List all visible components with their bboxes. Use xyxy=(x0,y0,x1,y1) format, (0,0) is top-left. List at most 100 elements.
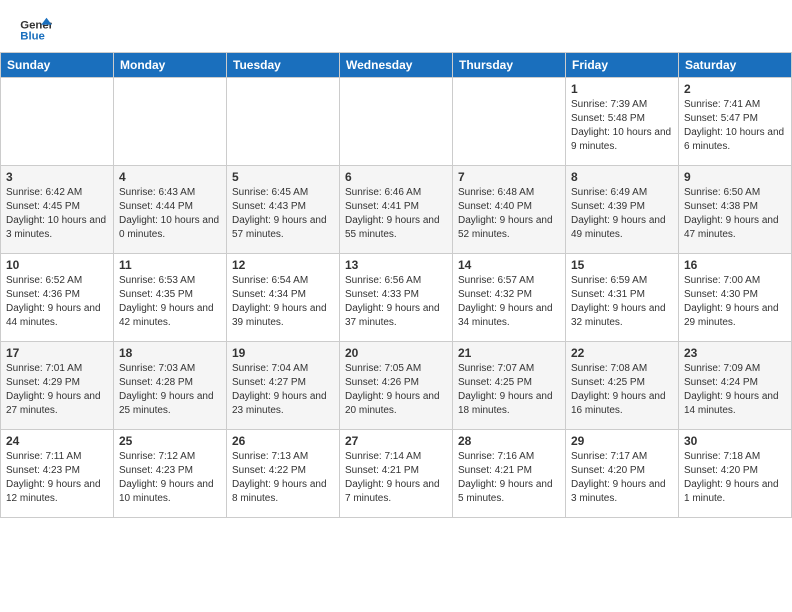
day-number: 1 xyxy=(571,82,673,96)
day-info: Sunrise: 6:50 AM Sunset: 4:38 PM Dayligh… xyxy=(684,186,786,242)
day-number: 5 xyxy=(232,170,334,184)
day-info: Sunrise: 6:48 AM Sunset: 4:40 PM Dayligh… xyxy=(458,186,560,242)
day-number: 23 xyxy=(684,346,786,360)
day-info: Sunrise: 6:42 AM Sunset: 4:45 PM Dayligh… xyxy=(6,186,108,242)
weekday-header-sunday: Sunday xyxy=(1,53,114,78)
day-number: 27 xyxy=(345,434,447,448)
svg-text:Blue: Blue xyxy=(20,31,45,43)
calendar-cell: 24 Sunrise: 7:11 AM Sunset: 4:23 PM Dayli… xyxy=(1,430,114,518)
calendar-cell: 1 Sunrise: 7:39 AM Sunset: 5:48 PM Daylig… xyxy=(566,78,679,166)
logo: General Blue xyxy=(20,16,52,44)
calendar-cell: 13 Sunrise: 6:56 AM Sunset: 4:33 PM Dayli… xyxy=(340,254,453,342)
day-number: 8 xyxy=(571,170,673,184)
day-number: 16 xyxy=(684,258,786,272)
calendar-cell: 22Sunrise: 7:08 AM Sunset: 4:25 PM Dayli… xyxy=(566,342,679,430)
calendar-cell: 28 Sunrise: 7:16 AM Sunset: 4:21 PM Dayli… xyxy=(453,430,566,518)
weekday-header-friday: Friday xyxy=(566,53,679,78)
day-number: 28 xyxy=(458,434,560,448)
calendar-cell: 30Sunrise: 7:18 AM Sunset: 4:20 PM Dayli… xyxy=(679,430,792,518)
logo-icon: General Blue xyxy=(20,16,52,44)
weekday-header-wednesday: Wednesday xyxy=(340,53,453,78)
weekday-header-tuesday: Tuesday xyxy=(227,53,340,78)
day-info: Sunrise: 7:07 AM Sunset: 4:25 PM Dayligh… xyxy=(458,362,560,418)
calendar-cell: 9 Sunrise: 6:50 AM Sunset: 4:38 PM Daylig… xyxy=(679,166,792,254)
calendar-cell: 7 Sunrise: 6:48 AM Sunset: 4:40 PM Daylig… xyxy=(453,166,566,254)
calendar-cell: 15Sunrise: 6:59 AM Sunset: 4:31 PM Dayli… xyxy=(566,254,679,342)
day-info: Sunrise: 6:56 AM Sunset: 4:33 PM Dayligh… xyxy=(345,274,447,330)
day-info: Sunrise: 6:53 AM Sunset: 4:35 PM Dayligh… xyxy=(119,274,221,330)
day-info: Sunrise: 6:43 AM Sunset: 4:44 PM Dayligh… xyxy=(119,186,221,242)
calendar-cell: 21 Sunrise: 7:07 AM Sunset: 4:25 PM Dayli… xyxy=(453,342,566,430)
calendar-cell: 20 Sunrise: 7:05 AM Sunset: 4:26 PM Dayli… xyxy=(340,342,453,430)
day-number: 9 xyxy=(684,170,786,184)
calendar-cell: 17 Sunrise: 7:01 AM Sunset: 4:29 PM Dayli… xyxy=(1,342,114,430)
day-info: Sunrise: 7:09 AM Sunset: 4:24 PM Dayligh… xyxy=(684,362,786,418)
calendar-cell: 29 Sunrise: 7:17 AM Sunset: 4:20 PM Dayli… xyxy=(566,430,679,518)
day-info: Sunrise: 7:17 AM Sunset: 4:20 PM Dayligh… xyxy=(571,450,673,506)
day-number: 19 xyxy=(232,346,334,360)
day-number: 25 xyxy=(119,434,221,448)
day-number: 3 xyxy=(6,170,108,184)
day-number: 13 xyxy=(345,258,447,272)
day-info: Sunrise: 7:05 AM Sunset: 4:26 PM Dayligh… xyxy=(345,362,447,418)
day-number: 29 xyxy=(571,434,673,448)
calendar-cell: 3 Sunrise: 6:42 AM Sunset: 4:45 PM Daylig… xyxy=(1,166,114,254)
day-info: Sunrise: 7:03 AM Sunset: 4:28 PM Dayligh… xyxy=(119,362,221,418)
calendar-cell: 10Sunrise: 6:52 AM Sunset: 4:36 PM Dayli… xyxy=(1,254,114,342)
day-number: 7 xyxy=(458,170,560,184)
day-info: Sunrise: 7:16 AM Sunset: 4:21 PM Dayligh… xyxy=(458,450,560,506)
day-number: 24 xyxy=(6,434,108,448)
calendar-cell: 2 Sunrise: 7:41 AM Sunset: 5:47 PM Daylig… xyxy=(679,78,792,166)
calendar-cell xyxy=(453,78,566,166)
week-row-4: 17 Sunrise: 7:01 AM Sunset: 4:29 PM Dayli… xyxy=(1,342,792,430)
calendar-cell: 14Sunrise: 6:57 AM Sunset: 4:32 PM Dayli… xyxy=(453,254,566,342)
day-info: Sunrise: 7:00 AM Sunset: 4:30 PM Dayligh… xyxy=(684,274,786,330)
calendar-cell: 26 Sunrise: 7:13 AM Sunset: 4:22 PM Dayli… xyxy=(227,430,340,518)
day-number: 22 xyxy=(571,346,673,360)
day-number: 6 xyxy=(345,170,447,184)
week-row-5: 24 Sunrise: 7:11 AM Sunset: 4:23 PM Dayli… xyxy=(1,430,792,518)
calendar-cell: 4Sunrise: 6:43 AM Sunset: 4:44 PM Daylig… xyxy=(114,166,227,254)
day-info: Sunrise: 6:49 AM Sunset: 4:39 PM Dayligh… xyxy=(571,186,673,242)
calendar-cell: 18 Sunrise: 7:03 AM Sunset: 4:28 PM Dayli… xyxy=(114,342,227,430)
day-info: Sunrise: 6:46 AM Sunset: 4:41 PM Dayligh… xyxy=(345,186,447,242)
day-number: 2 xyxy=(684,82,786,96)
day-number: 17 xyxy=(6,346,108,360)
day-number: 26 xyxy=(232,434,334,448)
day-number: 21 xyxy=(458,346,560,360)
calendar-cell: 8 Sunrise: 6:49 AM Sunset: 4:39 PM Daylig… xyxy=(566,166,679,254)
day-number: 15 xyxy=(571,258,673,272)
calendar-cell: 12Sunrise: 6:54 AM Sunset: 4:34 PM Dayli… xyxy=(227,254,340,342)
calendar-cell xyxy=(340,78,453,166)
day-info: Sunrise: 6:57 AM Sunset: 4:32 PM Dayligh… xyxy=(458,274,560,330)
day-number: 18 xyxy=(119,346,221,360)
day-info: Sunrise: 7:18 AM Sunset: 4:20 PM Dayligh… xyxy=(684,450,786,506)
week-row-1: 1 Sunrise: 7:39 AM Sunset: 5:48 PM Daylig… xyxy=(1,78,792,166)
day-number: 11 xyxy=(119,258,221,272)
day-info: Sunrise: 7:13 AM Sunset: 4:22 PM Dayligh… xyxy=(232,450,334,506)
calendar-cell: 6 Sunrise: 6:46 AM Sunset: 4:41 PM Daylig… xyxy=(340,166,453,254)
day-info: Sunrise: 7:41 AM Sunset: 5:47 PM Dayligh… xyxy=(684,98,786,154)
day-info: Sunrise: 6:54 AM Sunset: 4:34 PM Dayligh… xyxy=(232,274,334,330)
calendar-table: SundayMondayTuesdayWednesdayThursdayFrid… xyxy=(0,52,792,518)
calendar-cell: 5 Sunrise: 6:45 AM Sunset: 4:43 PM Daylig… xyxy=(227,166,340,254)
day-number: 20 xyxy=(345,346,447,360)
page-header: General Blue xyxy=(0,0,792,52)
weekday-header-saturday: Saturday xyxy=(679,53,792,78)
day-info: Sunrise: 6:45 AM Sunset: 4:43 PM Dayligh… xyxy=(232,186,334,242)
day-info: Sunrise: 7:39 AM Sunset: 5:48 PM Dayligh… xyxy=(571,98,673,154)
day-number: 10 xyxy=(6,258,108,272)
day-info: Sunrise: 7:11 AM Sunset: 4:23 PM Dayligh… xyxy=(6,450,108,506)
calendar-cell: 19Sunrise: 7:04 AM Sunset: 4:27 PM Dayli… xyxy=(227,342,340,430)
calendar-cell: 23 Sunrise: 7:09 AM Sunset: 4:24 PM Dayli… xyxy=(679,342,792,430)
weekday-header-monday: Monday xyxy=(114,53,227,78)
calendar-cell xyxy=(227,78,340,166)
day-info: Sunrise: 7:01 AM Sunset: 4:29 PM Dayligh… xyxy=(6,362,108,418)
calendar-cell xyxy=(1,78,114,166)
day-info: Sunrise: 7:12 AM Sunset: 4:23 PM Dayligh… xyxy=(119,450,221,506)
day-info: Sunrise: 7:14 AM Sunset: 4:21 PM Dayligh… xyxy=(345,450,447,506)
calendar-cell: 16 Sunrise: 7:00 AM Sunset: 4:30 PM Dayli… xyxy=(679,254,792,342)
calendar-cell: 11 Sunrise: 6:53 AM Sunset: 4:35 PM Dayli… xyxy=(114,254,227,342)
calendar-cell: 27 Sunrise: 7:14 AM Sunset: 4:21 PM Dayli… xyxy=(340,430,453,518)
weekday-header-thursday: Thursday xyxy=(453,53,566,78)
